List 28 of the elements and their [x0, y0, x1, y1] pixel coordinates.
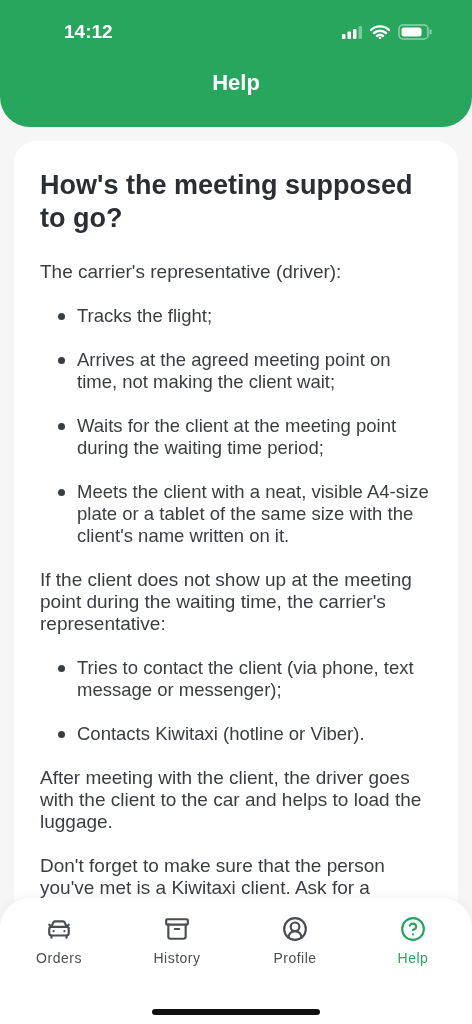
tab[interactable]: History: [118, 916, 236, 966]
user-circle-icon: [282, 916, 308, 942]
paragraph: After meeting with the client, the driver goes with the client to the car and helps to load the luggage.: [40, 767, 423, 833]
bullet-icon: [58, 357, 65, 364]
bullet-icon: [58, 423, 65, 430]
paragraph: Don't forget to make sure that the person you've met is a Kiwitaxi client. Ask for a: [40, 855, 386, 899]
paragraph: The carrier's representative (driver):: [40, 261, 343, 283]
list-item-text: Arrives at the agreed meeting point on time, not making the client wait;: [77, 349, 392, 393]
bullet-icon: [58, 313, 65, 320]
tab[interactable]: Profile: [236, 916, 354, 966]
list-item-text: Contacts Kiwitaxi (hotline or Viber).: [77, 723, 365, 745]
screen-title: Help: [212, 69, 260, 96]
bullet-icon: [58, 665, 65, 672]
archive-box-icon: [164, 916, 190, 942]
list-item-text: Meets the client with a neat, visible A4-size plate or a tablet of the same size with the client's name written on it.: [77, 481, 430, 547]
article-heading: How's the meeting supposed to go?: [40, 169, 414, 235]
list-item-text: Waits for the client at the meeting point during the waiting time period;: [77, 415, 398, 459]
battery-icon: [398, 24, 432, 40]
signal-icon: [342, 25, 362, 39]
bullet-icon: [58, 731, 65, 738]
bullet-icon: [58, 489, 65, 496]
list-item-text: Tracks the flight;: [77, 305, 213, 327]
wifi-icon: [370, 25, 390, 39]
paragraph: If the client does not show up at the meeting point during the waiting time, the carrier's representative:: [40, 569, 413, 635]
help-icon: [400, 916, 426, 942]
status-time: 14:12: [64, 21, 113, 43]
list-item-text: Tries to contact the client (via phone, text message or messenger);: [77, 657, 415, 701]
tab[interactable]: Orders: [0, 916, 118, 966]
